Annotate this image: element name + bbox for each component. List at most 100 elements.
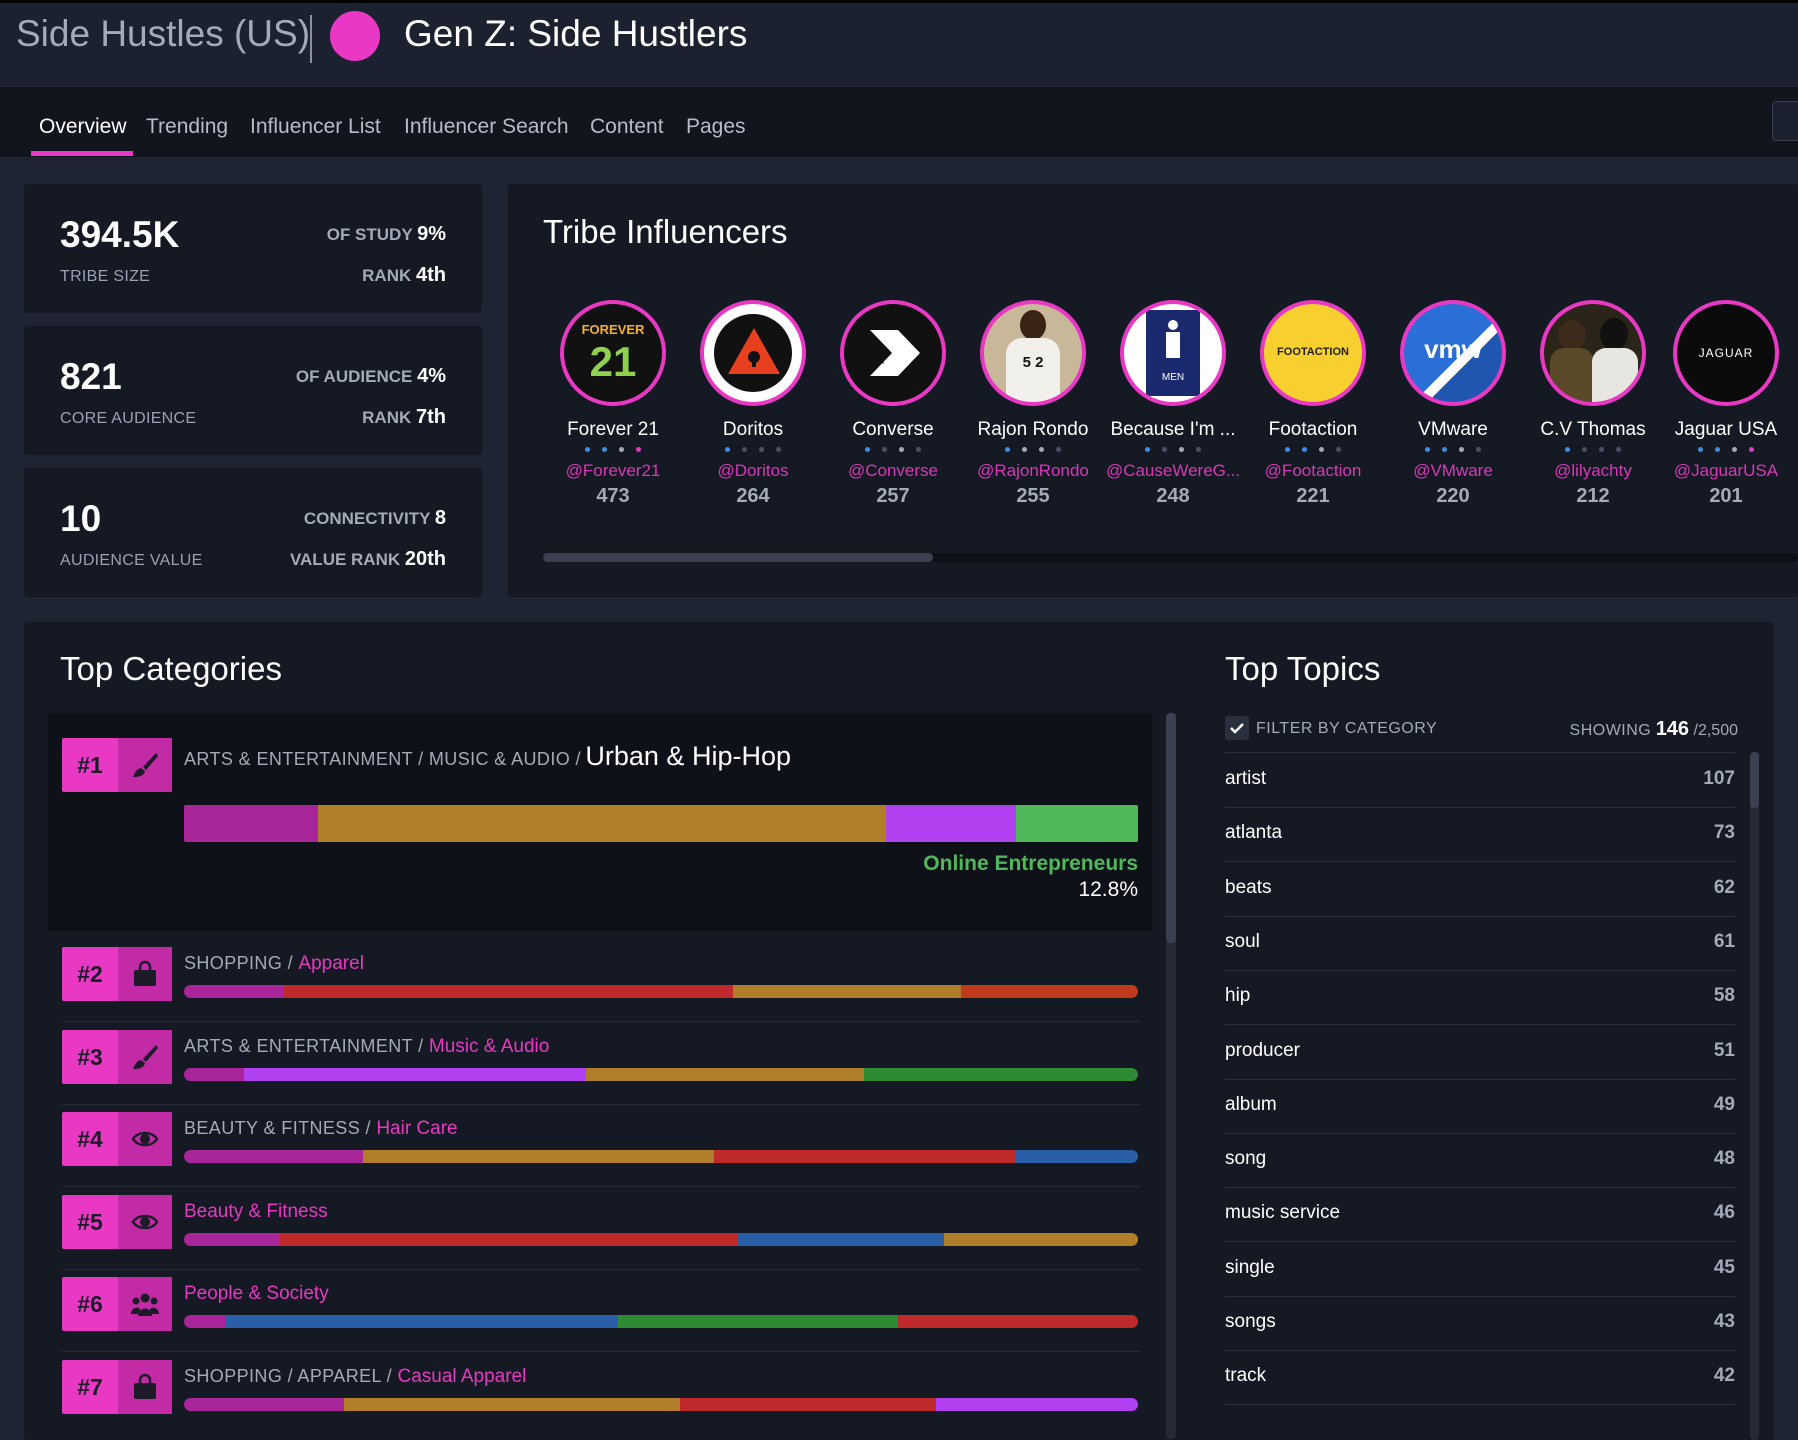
influencer-card[interactable]: Converse @Converse 257 <box>823 300 963 508</box>
filter-checkbox[interactable] <box>1225 716 1249 740</box>
topic-row[interactable]: single 45 <box>1225 1242 1735 1297</box>
category-separator <box>62 1351 1140 1352</box>
influencer-handle[interactable]: @Forever21 <box>543 461 683 481</box>
influencer-card[interactable]: Doritos @Doritos 264 <box>683 300 823 508</box>
category-leaf[interactable]: Apparel <box>298 953 364 974</box>
category-row[interactable]: #7 SHOPPING / APPAREL / Casual Apparel <box>62 1360 1140 1420</box>
stat-label: AUDIENCE VALUE <box>60 552 203 569</box>
stat-label: CORE AUDIENCE <box>60 410 197 427</box>
influencer-card[interactable]: MEN Because I'm ... @CauseWereG... 248 <box>1103 300 1243 508</box>
influencer-handle[interactable]: @Converse <box>823 461 963 481</box>
topic-row[interactable]: songs 43 <box>1225 1296 1735 1351</box>
topic-row[interactable]: album 49 <box>1225 1079 1735 1134</box>
stat-detail-label: OF AUDIENCE <box>295 367 413 386</box>
restroom-sign-avatar: MEN <box>1120 300 1226 406</box>
bar-segment[interactable] <box>585 1068 865 1081</box>
bar-segment[interactable] <box>184 1315 226 1328</box>
category-leaf[interactable]: Hair Care <box>376 1118 457 1139</box>
influencer-name: Footaction <box>1268 419 1358 440</box>
tab-overview[interactable]: Overview <box>39 115 127 139</box>
bar-segment[interactable] <box>935 1398 1138 1411</box>
topic-row[interactable]: hip 58 <box>1225 970 1735 1025</box>
bar-segment[interactable] <box>732 985 962 998</box>
bar-segment[interactable] <box>317 805 887 842</box>
topic-row[interactable]: music service 46 <box>1225 1187 1735 1242</box>
bar-segment[interactable] <box>344 1398 681 1411</box>
bar-segment[interactable] <box>1015 805 1138 842</box>
topic-row[interactable]: beats 62 <box>1225 862 1735 917</box>
influencer-handle[interactable]: @RajonRondo <box>963 461 1103 481</box>
bar-segment[interactable] <box>618 1315 898 1328</box>
bar-segment[interactable] <box>184 1398 345 1411</box>
bar-segment[interactable] <box>244 1068 586 1081</box>
bar-segment[interactable] <box>680 1398 936 1411</box>
influencer-handle[interactable]: @CauseWereG... <box>1103 461 1243 481</box>
category-leaf[interactable]: Beauty & Fitness <box>184 1201 328 1222</box>
toolbar-button[interactable] <box>1772 101 1798 141</box>
filter-by-category-label[interactable]: FILTER BY CATEGORY <box>1256 720 1437 738</box>
topics-scrollbar-thumb[interactable] <box>1750 752 1759 808</box>
influencer-handle[interactable]: @lilyachty <box>1523 461 1663 481</box>
influencer-dots <box>1103 447 1243 457</box>
category-row[interactable]: #5 Beauty & Fitness <box>62 1195 1140 1255</box>
tab-trending[interactable]: Trending <box>146 115 228 139</box>
category-row[interactable]: #3 ARTS & ENTERTAINMENT / Music & Audio <box>62 1030 1140 1090</box>
bar-segment[interactable] <box>886 805 1016 842</box>
breadcrumb[interactable]: Side Hustles (US) <box>16 13 310 55</box>
bar-segment[interactable] <box>184 1233 280 1246</box>
bar-segment[interactable] <box>184 1150 364 1163</box>
tab-influencer-list[interactable]: Influencer List <box>250 115 381 139</box>
influencer-card[interactable]: C.V Thomas @lilyachty 212 <box>1523 300 1663 508</box>
influencer-card[interactable]: 5 2 Rajon Rondo @RajonRondo 255 <box>963 300 1103 508</box>
bar-segment[interactable] <box>279 1233 738 1246</box>
influencer-handle[interactable]: @VMware <box>1383 461 1523 481</box>
tab-influencer-search[interactable]: Influencer Search <box>404 115 569 139</box>
bar-segment[interactable] <box>1015 1150 1138 1163</box>
tab-content[interactable]: Content <box>590 115 664 139</box>
category-row[interactable]: #2 SHOPPING / Apparel <box>62 947 1140 1007</box>
bar-segment[interactable] <box>184 805 318 842</box>
tab-pages[interactable]: Pages <box>686 115 746 139</box>
topic-row[interactable]: atlanta 73 <box>1225 807 1735 862</box>
category-row[interactable]: #6 People & Society <box>62 1277 1140 1337</box>
shopping-bag-icon <box>118 947 172 1001</box>
category-leaf[interactable]: People & Society <box>184 1283 329 1304</box>
stat-detail-label: CONNECTIVITY <box>303 509 431 528</box>
category-path-text: ARTS & ENTERTAINMENT / <box>184 1036 429 1056</box>
topic-row[interactable]: artist 107 <box>1225 753 1735 808</box>
stat-value: 821 <box>60 356 122 397</box>
influencer-handle[interactable]: @Footaction <box>1243 461 1383 481</box>
category-leaf[interactable]: Music & Audio <box>429 1036 549 1057</box>
topic-row[interactable]: soul 61 <box>1225 916 1735 971</box>
bar-segment[interactable] <box>944 1233 1138 1246</box>
category-rank-badge: #5 <box>62 1195 172 1249</box>
bar-segment[interactable] <box>714 1150 1016 1163</box>
influencer-handle[interactable]: @Doritos <box>683 461 823 481</box>
bar-segment[interactable] <box>363 1150 715 1163</box>
influencer-card[interactable]: vmw VMware @VMware 220 <box>1383 300 1523 508</box>
topic-row[interactable]: track 42 <box>1225 1350 1735 1405</box>
categories-scrollbar-thumb[interactable] <box>1166 713 1176 943</box>
category-row[interactable]: #4 BEAUTY & FITNESS / Hair Care <box>62 1112 1140 1172</box>
bar-segment[interactable] <box>961 985 1138 998</box>
influencer-card[interactable]: FOOTACTION Footaction @Footaction 221 <box>1243 300 1383 508</box>
bar-segment[interactable] <box>864 1068 1138 1081</box>
influencer-count: 248 <box>1156 485 1190 507</box>
bar-segment[interactable] <box>897 1315 1138 1328</box>
influencers-scroll-thumb[interactable] <box>543 553 933 562</box>
bar-segment[interactable] <box>284 985 733 998</box>
featured-category-card[interactable]: #1 ARTS & ENTERTAINMENT / MUSIC & AUDIO … <box>48 713 1152 931</box>
influencer-card[interactable]: JAGUAR Jaguar USA @JaguarUSA 201 <box>1658 300 1794 508</box>
topic-row[interactable]: song 48 <box>1225 1133 1735 1188</box>
bar-segment[interactable] <box>737 1233 945 1246</box>
bar-segment[interactable] <box>184 985 285 998</box>
influencer-name: Converse <box>852 419 934 440</box>
influencer-handle[interactable]: @JaguarUSA <box>1658 461 1794 481</box>
bar-segment[interactable] <box>225 1315 619 1328</box>
topics-scrollbar-track[interactable] <box>1750 752 1759 1440</box>
topic-row[interactable]: producer 51 <box>1225 1025 1735 1080</box>
jaguar-logo-avatar: JAGUAR <box>1673 300 1779 406</box>
influencer-card[interactable]: FOREVER 21 Forever 21 @Forever21 473 <box>543 300 683 508</box>
bar-segment[interactable] <box>184 1068 245 1081</box>
category-leaf[interactable]: Casual Apparel <box>397 1366 526 1387</box>
